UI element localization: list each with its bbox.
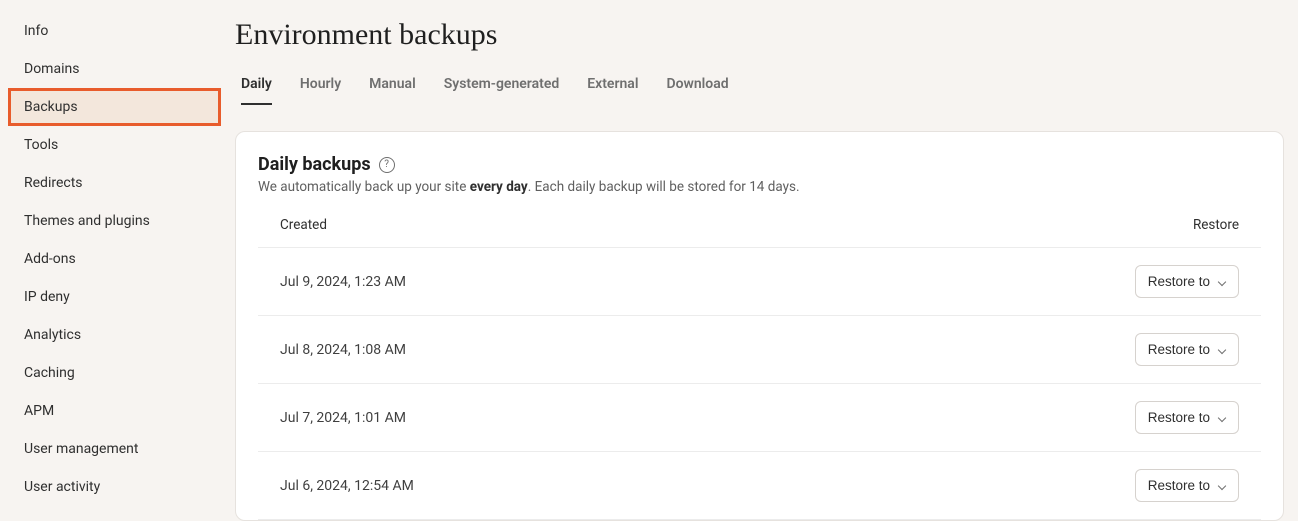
sidebar-item-label: Analytics — [24, 327, 81, 343]
sidebar-item-label: Redirects — [24, 175, 83, 191]
sidebar-item-label: User activity — [24, 479, 100, 495]
sidebar-item-apm[interactable]: APM — [0, 392, 225, 430]
row-created: Jul 8, 2024, 1:08 AM — [280, 342, 406, 358]
card-subtitle-bold: every day — [470, 179, 528, 195]
sidebar-item-analytics[interactable]: Analytics — [0, 316, 225, 354]
chevron-down-icon — [1218, 482, 1226, 490]
sidebar-item-label: Info — [24, 23, 48, 39]
tab-download[interactable]: Download — [666, 76, 728, 104]
restore-to-button[interactable]: Restore to — [1135, 265, 1239, 298]
backups-card: Daily backups ? We automatically back up… — [235, 131, 1284, 521]
table-header: Created Restore — [258, 217, 1261, 248]
sidebar-item-label: IP deny — [24, 289, 70, 305]
sidebar-item-backups[interactable]: Backups — [8, 88, 221, 126]
table-row: Jul 6, 2024, 12:54 AM Restore to — [258, 452, 1261, 520]
card-header: Daily backups ? — [258, 154, 1261, 175]
help-icon[interactable]: ? — [379, 157, 395, 173]
restore-button-label: Restore to — [1148, 410, 1210, 425]
chevron-down-icon — [1218, 346, 1226, 354]
sidebar-item-label: Backups — [24, 99, 78, 115]
restore-to-button[interactable]: Restore to — [1135, 333, 1239, 366]
column-header-restore: Restore — [1193, 217, 1239, 233]
sidebar-item-label: Add-ons — [24, 251, 76, 267]
row-created: Jul 6, 2024, 12:54 AM — [280, 478, 414, 494]
sidebar-item-label: Themes and plugins — [24, 213, 150, 229]
row-created: Jul 7, 2024, 1:01 AM — [280, 410, 406, 426]
main-content: Environment backups Daily Hourly Manual Sys… — [225, 0, 1298, 521]
sidebar-item-label: Caching — [24, 365, 75, 381]
page-title: Environment backups — [235, 18, 1284, 52]
restore-button-label: Restore to — [1148, 478, 1210, 493]
sidebar-item-label: Tools — [24, 137, 58, 153]
restore-button-label: Restore to — [1148, 342, 1210, 357]
row-created: Jul 9, 2024, 1:23 AM — [280, 274, 406, 290]
sidebar-item-label: Domains — [24, 61, 79, 77]
tab-daily[interactable]: Daily — [241, 76, 272, 104]
sidebar-item-label: APM — [24, 403, 54, 419]
card-title: Daily backups — [258, 154, 371, 175]
card-subtitle-prefix: We automatically back up your site — [258, 179, 470, 195]
column-header-created: Created — [280, 217, 327, 233]
table-row: Jul 8, 2024, 1:08 AM Restore to — [258, 316, 1261, 384]
sidebar-item-info[interactable]: Info — [0, 12, 225, 50]
sidebar-item-themes-and-plugins[interactable]: Themes and plugins — [0, 202, 225, 240]
sidebar: Info Domains Backups Tools Redirects Themes a… — [0, 0, 225, 521]
sidebar-item-ip-deny[interactable]: IP deny — [0, 278, 225, 316]
sidebar-item-user-activity[interactable]: User activity — [0, 468, 225, 506]
tab-bar: Daily Hourly Manual System-generated Externa… — [235, 76, 1284, 105]
restore-button-label: Restore to — [1148, 274, 1210, 289]
tab-external[interactable]: External — [587, 76, 638, 104]
chevron-down-icon — [1218, 278, 1226, 286]
tab-system-generated[interactable]: System-generated — [444, 76, 560, 104]
sidebar-item-add-ons[interactable]: Add-ons — [0, 240, 225, 278]
sidebar-item-label: User management — [24, 441, 138, 457]
table-body: Jul 9, 2024, 1:23 AMRestore toJul 8, 202… — [258, 248, 1261, 520]
restore-to-button[interactable]: Restore to — [1135, 401, 1239, 434]
chevron-down-icon — [1218, 414, 1226, 422]
sidebar-item-tools[interactable]: Tools — [0, 126, 225, 164]
sidebar-item-redirects[interactable]: Redirects — [0, 164, 225, 202]
tab-hourly[interactable]: Hourly — [300, 76, 341, 104]
table-row: Jul 7, 2024, 1:01 AM Restore to — [258, 384, 1261, 452]
sidebar-item-domains[interactable]: Domains — [0, 50, 225, 88]
card-subtitle: We automatically back up your site every… — [258, 179, 1261, 195]
restore-to-button[interactable]: Restore to — [1135, 469, 1239, 502]
sidebar-item-user-management[interactable]: User management — [0, 430, 225, 468]
tab-manual[interactable]: Manual — [369, 76, 416, 104]
table-row: Jul 9, 2024, 1:23 AM Restore to — [258, 248, 1261, 316]
sidebar-item-caching[interactable]: Caching — [0, 354, 225, 392]
card-subtitle-suffix: . Each daily backup will be stored for 1… — [528, 179, 800, 195]
